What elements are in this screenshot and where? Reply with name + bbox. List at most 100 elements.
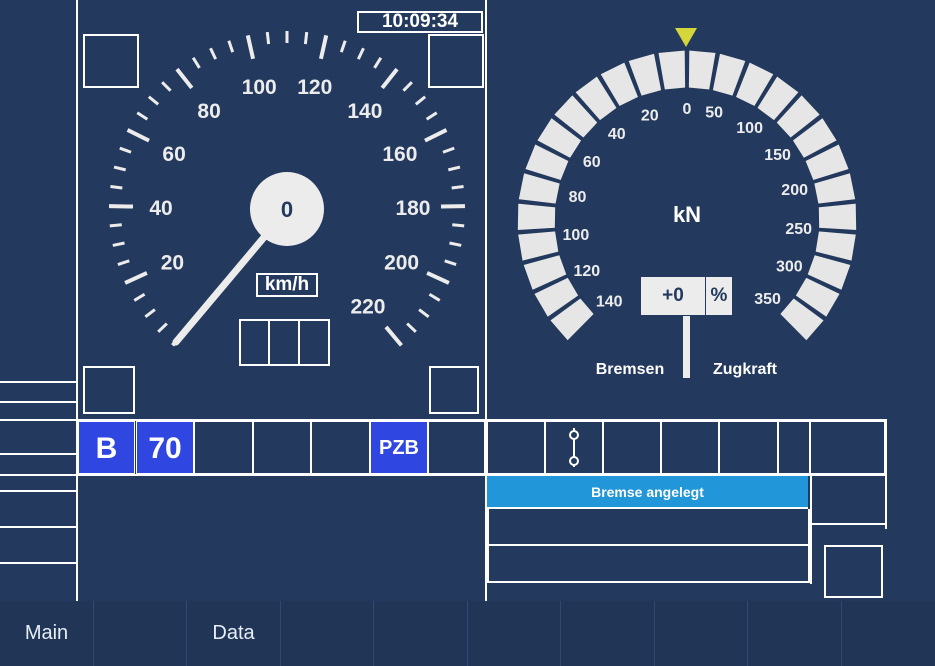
force-arc-segment [687, 49, 717, 91]
brake-tick-label: 80 [569, 189, 587, 206]
speed-current-value: 0 [281, 197, 293, 222]
traction-tick-label: 250 [785, 221, 812, 238]
force-arc-segment [657, 49, 687, 91]
speed-minor-tick [425, 111, 438, 121]
speed-minor-tick [339, 40, 347, 53]
brake-tick-label: 20 [641, 107, 659, 124]
mode-indicator: B [78, 421, 135, 474]
brake-tick-label: 120 [573, 263, 600, 280]
speed-sub-box [268, 319, 300, 366]
left-line [0, 526, 76, 528]
speed-unit-label: km/h [256, 273, 318, 297]
nav-main-button[interactable]: Main [0, 601, 94, 666]
message-slot [487, 509, 810, 546]
status-cell[interactable] [487, 421, 545, 474]
nav-empty-button[interactable] [468, 601, 561, 666]
nav-empty-button[interactable] [94, 601, 187, 666]
brake-tick-label: 100 [563, 227, 590, 244]
percent-label: % [710, 285, 728, 306]
speed-minor-tick [109, 223, 122, 228]
speed-minor-tick [136, 111, 149, 121]
status-cell[interactable] [810, 421, 885, 474]
bottom-nav: Main Data [0, 601, 935, 666]
speed-major-tick [424, 128, 448, 143]
traction-tick-label: 100 [736, 120, 763, 137]
speed-major-tick [380, 67, 399, 90]
speed-major-tick [126, 128, 150, 143]
traction-label: Zugkraft [713, 361, 778, 378]
nav-empty-button[interactable] [281, 601, 374, 666]
status-cell[interactable] [194, 421, 253, 474]
speed-minor-tick [133, 292, 146, 302]
speed-tick-label: 80 [197, 100, 220, 123]
speed-tick-label: 40 [149, 197, 172, 220]
nav-empty-button[interactable] [561, 601, 655, 666]
force-value-box: +0 [641, 277, 705, 315]
coupling-icon [569, 428, 579, 467]
force-arc-segment [817, 202, 858, 232]
traction-tick-label: 300 [776, 259, 803, 276]
speed-minor-tick [117, 259, 130, 266]
force-percent-box[interactable]: % [706, 277, 732, 315]
speed-minor-tick [402, 81, 413, 92]
status-cell[interactable] [545, 421, 603, 474]
speed-minor-tick [406, 322, 417, 333]
right-line [810, 523, 885, 525]
speed-tick-label: 120 [297, 76, 332, 99]
speed-major-tick [175, 67, 194, 90]
left-column-divider [76, 0, 78, 601]
status-cell[interactable] [661, 421, 719, 474]
speed-tick-label: 160 [382, 143, 417, 166]
status-cell[interactable] [253, 421, 311, 474]
pzb-indicator: PZB [370, 421, 428, 474]
speed-minor-tick [447, 165, 461, 172]
speed-major-tick [245, 34, 256, 60]
traction-tick-label: 350 [754, 291, 781, 308]
status-cell[interactable] [778, 421, 810, 474]
speed-minor-tick [157, 322, 168, 333]
left-line [0, 401, 76, 403]
speed-minor-tick [144, 308, 156, 318]
speed-major-tick [124, 271, 148, 285]
speed-minor-tick [227, 40, 235, 53]
speed-minor-tick [110, 184, 123, 190]
scroll-down-button[interactable] [824, 545, 883, 598]
speed-major-tick [384, 325, 403, 347]
brake-tick-label: 60 [583, 154, 601, 171]
brake-tick-label: 40 [608, 126, 626, 143]
status-cell[interactable] [719, 421, 778, 474]
message-slot [487, 545, 810, 583]
status-cell[interactable] [311, 421, 370, 474]
speed-minor-tick [303, 31, 309, 45]
speed-minor-tick [209, 47, 218, 60]
force-pointer-bar [683, 316, 690, 378]
status-cell[interactable] [603, 421, 661, 474]
speed-minor-tick [112, 241, 125, 247]
nav-empty-button[interactable] [655, 601, 748, 666]
speed-minor-tick [373, 56, 383, 69]
right-line [885, 419, 887, 529]
status-cell[interactable] [428, 421, 485, 474]
speed-sub-box [239, 319, 270, 366]
message-bar[interactable]: Bremse angelegt [487, 476, 808, 509]
speed-minor-tick [452, 223, 465, 228]
speed-major-tick [318, 34, 329, 60]
traction-tick-label: 150 [764, 147, 791, 164]
force-value: +0 [662, 285, 684, 306]
speed-minor-tick [113, 165, 127, 172]
speed-limit-indicator: 70 [136, 421, 194, 474]
force-marker-icon [675, 28, 697, 47]
speed-minor-tick [147, 95, 160, 106]
nav-empty-button[interactable] [374, 601, 468, 666]
speed-minor-tick [356, 47, 365, 60]
speed-minor-tick [444, 259, 457, 266]
speed-minor-tick [119, 146, 132, 154]
brake-tick-label: 140 [596, 294, 623, 311]
speed-tick-label: 60 [162, 143, 185, 166]
speed-minor-tick [451, 184, 464, 190]
nav-empty-button[interactable] [748, 601, 842, 666]
nav-data-button[interactable]: Data [187, 601, 281, 666]
speed-minor-tick [418, 308, 430, 318]
speed-tick-label: 220 [350, 296, 385, 319]
nav-empty-button[interactable] [842, 601, 935, 666]
